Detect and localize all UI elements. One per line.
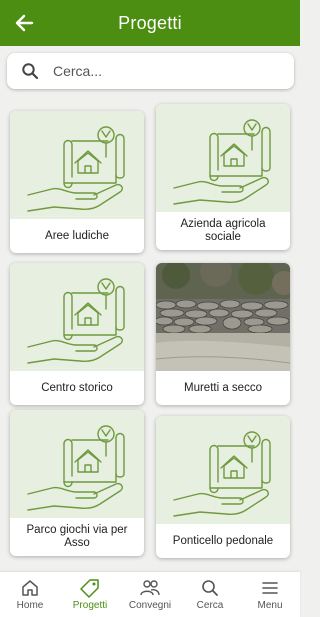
nav-label: Home: [16, 600, 44, 611]
nav-label: Progetti: [72, 600, 108, 611]
nav-menu[interactable]: Menu: [240, 578, 300, 611]
card-title: Azienda agricola sociale: [180, 218, 266, 243]
card-title: Aree ludiche: [45, 229, 109, 242]
search-input[interactable]: [53, 63, 273, 79]
nav-progetti[interactable]: Progetti: [60, 578, 120, 611]
tag-icon: [80, 578, 100, 598]
menu-icon: [260, 578, 280, 598]
project-card-azienda-agricola[interactable]: Azienda agricola sociale: [156, 104, 290, 250]
project-plan-icon: [10, 263, 144, 371]
project-plan-icon: [156, 104, 290, 212]
projects-grid: Aree ludiche Azienda agricola sociale Ce…: [0, 0, 300, 617]
project-plan-icon: [156, 416, 290, 524]
card-title: Muretti a secco: [184, 381, 262, 394]
project-plan-icon: [10, 111, 144, 219]
search-icon: [21, 62, 39, 80]
nav-label: Convegni: [128, 600, 172, 611]
stone-wall-photo: [156, 263, 290, 371]
back-button[interactable]: [10, 9, 38, 37]
search-icon: [200, 578, 220, 598]
nav-label: Cerca: [196, 600, 224, 611]
page-title: Progetti: [118, 12, 182, 33]
project-plan-icon: [10, 410, 144, 518]
nav-cerca[interactable]: Cerca: [180, 578, 240, 611]
card-title: Centro storico: [41, 381, 113, 394]
project-card-ponticello-pedonale[interactable]: Ponticello pedonale: [156, 416, 290, 558]
nav-convegni[interactable]: Convegni: [120, 578, 180, 611]
card-title: Ponticello pedonale: [172, 534, 274, 547]
bottom-navigation: Home Progetti Convegni Cerca Menu: [0, 572, 300, 617]
card-title: Parco giochi via per Asso: [26, 524, 128, 549]
app-header: Progetti: [0, 0, 300, 46]
nav-label: Menu: [257, 600, 283, 611]
people-icon: [139, 578, 161, 598]
project-card-centro-storico[interactable]: Centro storico: [10, 263, 144, 405]
nav-home[interactable]: Home: [0, 578, 60, 611]
project-card-aree-ludiche[interactable]: Aree ludiche: [10, 111, 144, 253]
project-card-muretti-a-secco[interactable]: Muretti a secco: [156, 263, 290, 405]
arrow-left-icon: [15, 14, 34, 32]
project-card-parco-giochi[interactable]: Parco giochi via per Asso: [10, 410, 144, 556]
search-bar[interactable]: [7, 53, 294, 89]
home-icon: [20, 578, 40, 598]
